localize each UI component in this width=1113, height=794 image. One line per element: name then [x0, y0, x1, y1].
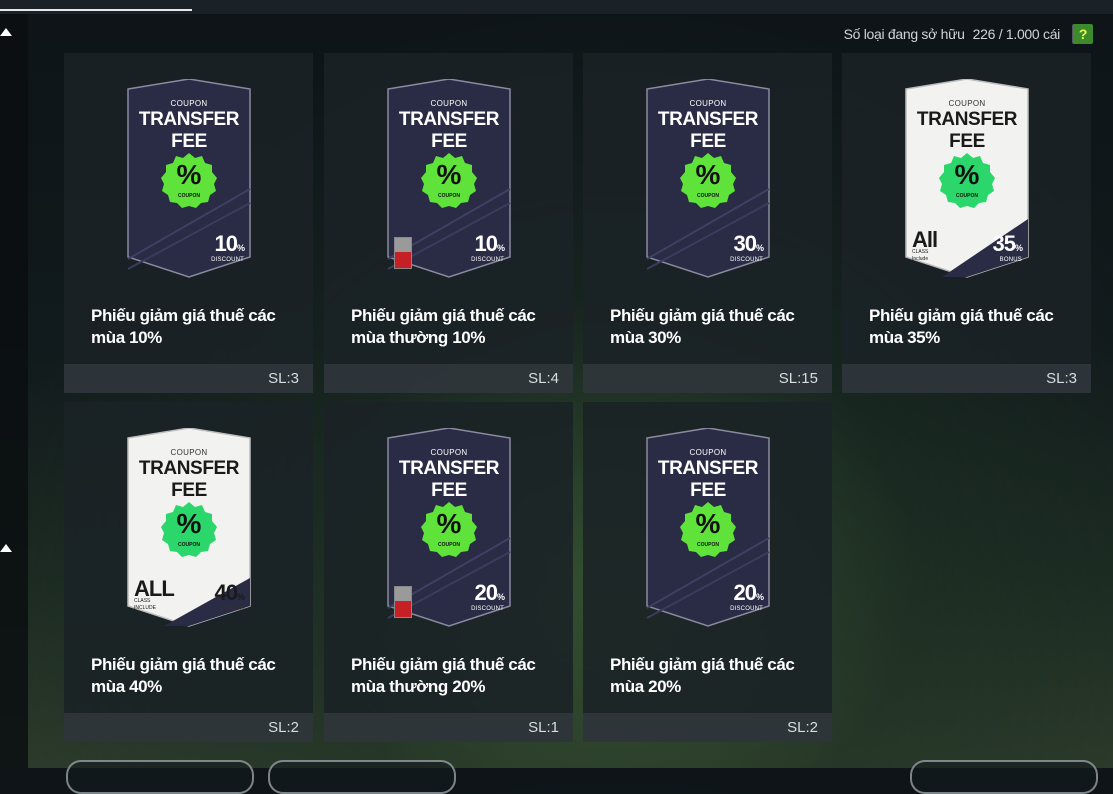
coupon-name: Phiếu giảm giá thuế các mùa thường 10% — [351, 306, 536, 347]
coupon-name: Phiếu giảm giá thuế các mùa 35% — [869, 306, 1054, 347]
card-coupon-label: COUPON — [948, 99, 986, 108]
card-coupon-label: COUPON — [689, 99, 727, 108]
card-value: 30% — [733, 231, 765, 256]
card-sub-label: DISCOUNT — [730, 606, 763, 612]
coupon-name: Phiếu giảm giá thuế các mùa 40% — [91, 655, 276, 696]
badge-coupon: COUPON — [697, 193, 719, 199]
scroll-up-arrow-icon-2[interactable] — [0, 544, 12, 552]
card-value: 35% — [992, 231, 1024, 256]
trade-lock-icon — [394, 237, 412, 269]
bottom-button-3[interactable] — [910, 760, 1098, 794]
card-title: TRANSFER FEE — [398, 109, 500, 152]
badge-percent: % — [176, 159, 202, 190]
coupon-tile[interactable]: COUPON TRANSFER FEE % COUPON 10% DISCOUN… — [64, 53, 313, 393]
trade-lock-icon — [394, 586, 412, 618]
coupon-name: Phiếu giảm giá thuế các mùa 20% — [610, 655, 795, 696]
coupon-tile[interactable]: COUPON TRANSFER FEE % COUPON All CLASS I… — [842, 53, 1091, 393]
card-title: TRANSFER FEE — [657, 458, 759, 501]
card-sub-label: DISCOUNT — [211, 257, 244, 263]
card-title: TRANSFER FEE — [657, 109, 759, 152]
coupon-card: COUPON TRANSFER FEE % COUPON 10% DISCOUN… — [124, 79, 254, 279]
card-all-sub: CLASS INCLUDE — [134, 598, 156, 611]
coupon-tile[interactable]: COUPON TRANSFER FEE % COUPON 20% DISCOUN… — [324, 402, 573, 742]
coupon-tile[interactable]: COUPON TRANSFER FEE % COUPON ALL CLASS I… — [64, 402, 313, 742]
coupon-card: COUPON TRANSFER FEE % COUPON 20% DISCOUN… — [643, 428, 773, 628]
coupon-card: COUPON TRANSFER FEE % COUPON 10% DISCOUN… — [384, 79, 514, 279]
coupon-name: Phiếu giảm giá thuế các mùa 30% — [610, 306, 795, 347]
card-title: TRANSFER FEE — [138, 458, 240, 501]
coupon-qty: SL:2 — [64, 713, 313, 742]
card-sub-label: BONUS — [221, 606, 244, 612]
badge-coupon: COUPON — [178, 542, 200, 548]
badge-coupon: COUPON — [697, 542, 719, 548]
card-value: 40% — [214, 580, 246, 605]
card-coupon-label: COUPON — [430, 99, 468, 108]
side-scroll-strip — [0, 14, 28, 768]
card-title: TRANSFER FEE — [398, 458, 500, 501]
inventory-count: 226 / 1.000 cái — [972, 26, 1061, 42]
badge-coupon: COUPON — [956, 193, 978, 199]
badge-percent: % — [695, 159, 721, 190]
badge-coupon: COUPON — [178, 193, 200, 199]
coupon-qty: SL:4 — [324, 364, 573, 393]
coupon-name: Phiếu giảm giá thuế các mùa 10% — [91, 306, 276, 347]
coupon-qty: SL:3 — [64, 364, 313, 393]
coupon-qty: SL:1 — [324, 713, 573, 742]
coupon-tile[interactable]: COUPON TRANSFER FEE % COUPON 30% DISCOUN… — [583, 53, 832, 393]
coupon-card: COUPON TRANSFER FEE % COUPON ALL CLASS I… — [124, 428, 254, 628]
active-tab-indicator — [0, 9, 192, 11]
coupon-card: COUPON TRANSFER FEE % COUPON 20% DISCOUN… — [384, 428, 514, 628]
coupon-qty: SL:2 — [583, 713, 832, 742]
coupon-qty: SL:15 — [583, 364, 832, 393]
card-value: 20% — [733, 580, 765, 605]
card-value: 10% — [474, 231, 506, 256]
badge-percent: % — [954, 159, 980, 190]
card-coupon-label: COUPON — [689, 448, 727, 457]
badge-percent: % — [176, 508, 202, 539]
coupon-card: COUPON TRANSFER FEE % COUPON 30% DISCOUN… — [643, 79, 773, 279]
card-sub-label: BONUS — [999, 257, 1022, 263]
card-sub-label: DISCOUNT — [730, 257, 763, 263]
help-icon[interactable]: ? — [1072, 24, 1093, 44]
bottom-button-1[interactable] — [66, 760, 254, 794]
badge-coupon: COUPON — [438, 193, 460, 199]
scroll-up-arrow-icon[interactable] — [0, 28, 12, 36]
card-sub-label: DISCOUNT — [471, 606, 504, 612]
coupon-tile[interactable]: COUPON TRANSFER FEE % COUPON 20% DISCOUN… — [583, 402, 832, 742]
coupon-name: Phiếu giảm giá thuế các mùa thường 20% — [351, 655, 536, 696]
badge-percent: % — [436, 508, 462, 539]
card-sub-label: DISCOUNT — [471, 257, 504, 263]
card-title: TRANSFER FEE — [138, 109, 240, 152]
badge-percent: % — [695, 508, 721, 539]
top-tab-bar — [0, 0, 1113, 14]
badge-coupon: COUPON — [438, 542, 460, 548]
card-title: TRANSFER FEE — [916, 109, 1018, 152]
coupon-qty: SL:3 — [842, 364, 1091, 393]
card-coupon-label: COUPON — [430, 448, 468, 457]
coupon-card: COUPON TRANSFER FEE % COUPON All CLASS I… — [902, 79, 1032, 279]
card-value: 20% — [474, 580, 506, 605]
card-all-sub: CLASS Include — [912, 249, 929, 262]
coupon-tile[interactable]: COUPON TRANSFER FEE % COUPON 10% DISCOUN… — [324, 53, 573, 393]
card-coupon-label: COUPON — [170, 448, 208, 457]
inventory-label: Số loại đang sở hữu — [843, 26, 965, 42]
card-value: 10% — [214, 231, 246, 256]
bottom-button-2[interactable] — [268, 760, 456, 794]
card-coupon-label: COUPON — [170, 99, 208, 108]
inventory-count-header: Số loại đang sở hữu 226 / 1.000 cái ? — [844, 24, 1093, 44]
badge-percent: % — [436, 159, 462, 190]
